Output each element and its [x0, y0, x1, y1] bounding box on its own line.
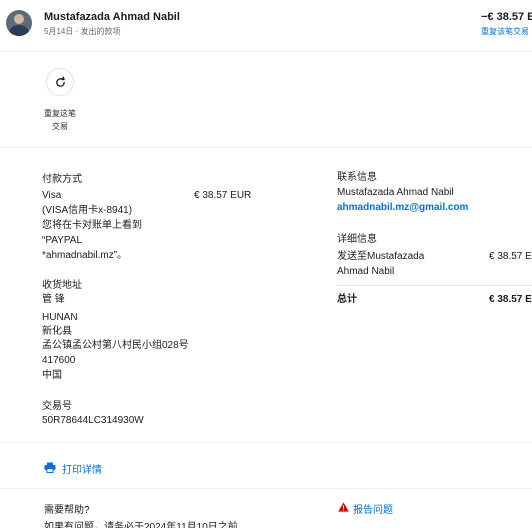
address-county: 新化县: [42, 326, 72, 337]
transaction-id: 50R78644LC314930W: [42, 415, 144, 426]
help-text: 如果有问题，请务必于2024年11月10日之前: [44, 522, 238, 528]
transaction-id-title: 交易号: [42, 401, 72, 412]
sent-to-line2: Ahmad Nabil: [337, 266, 395, 277]
print-details-link[interactable]: 打印详情: [62, 461, 102, 476]
help-section: 需要帮助? 如果有问题，请务必于2024年11月10日之前 报告问题: [0, 489, 532, 528]
avatar: [6, 10, 32, 36]
address-postal: 417600: [42, 355, 76, 366]
address-street: 孟公镇孟公村第八村民小组028号: [42, 340, 189, 351]
address-country: 中国: [42, 370, 62, 381]
card-info: (VISA信用卡x-8941): [42, 205, 133, 216]
print-details-row[interactable]: 打印详情: [0, 443, 532, 489]
warning-icon: [338, 502, 349, 512]
refresh-icon: [55, 75, 65, 87]
transaction-details: 付款方式 Visa € 38.57 EUR (VISA信用卡x-8941) 您将…: [0, 148, 532, 443]
transaction-amount: −€ 38.57 E: [481, 11, 532, 23]
total-label: 总计: [337, 294, 357, 305]
totals-divider: [336, 285, 532, 286]
payment-method: Visa: [42, 190, 62, 201]
payment-amount: € 38.57 EUR: [194, 190, 252, 201]
shipping-address-title: 收货地址: [42, 280, 82, 291]
transaction-header: Mustafazada Ahmad Nabil 5月14日 · 发出的款项 −€…: [0, 0, 532, 52]
total-amount: € 38.57 E: [489, 294, 532, 305]
quick-actions: 重复这笔 交易: [0, 52, 532, 148]
help-title: 需要帮助?: [44, 505, 90, 516]
counterparty-name: Mustafazada Ahmad Nabil: [44, 11, 180, 23]
contact-name: Mustafazada Ahmad Nabil: [337, 187, 454, 198]
report-problem-link[interactable]: 报告问题: [353, 501, 393, 516]
statement-note-line2: “PAYPAL: [42, 235, 83, 246]
statement-note-line1: 您将在卡对账单上看到: [42, 220, 142, 231]
contact-info-title: 联系信息: [337, 172, 377, 183]
statement-note-line3: *ahmadnabil.mz”。: [42, 250, 128, 261]
repeat-transaction-button[interactable]: [46, 68, 74, 96]
sent-to-line1: 发送至Mustafazada: [337, 251, 425, 262]
contact-email-link[interactable]: ahmadnabil.mz@gmail.com: [337, 200, 468, 215]
address-province: HUNAN: [42, 312, 78, 323]
sent-amount: € 38.57 E: [489, 251, 532, 262]
repeat-transaction-label: 重复这笔 交易: [44, 109, 76, 131]
repeat-transaction-link[interactable]: 重复该笔交易: [481, 26, 529, 37]
recipient-name: 管 锋: [42, 294, 65, 305]
detail-info-title: 详细信息: [337, 234, 377, 245]
payment-method-title: 付款方式: [42, 174, 82, 185]
printer-icon: [44, 462, 56, 473]
transaction-date-type: 5月14日 · 发出的款项: [44, 27, 121, 36]
